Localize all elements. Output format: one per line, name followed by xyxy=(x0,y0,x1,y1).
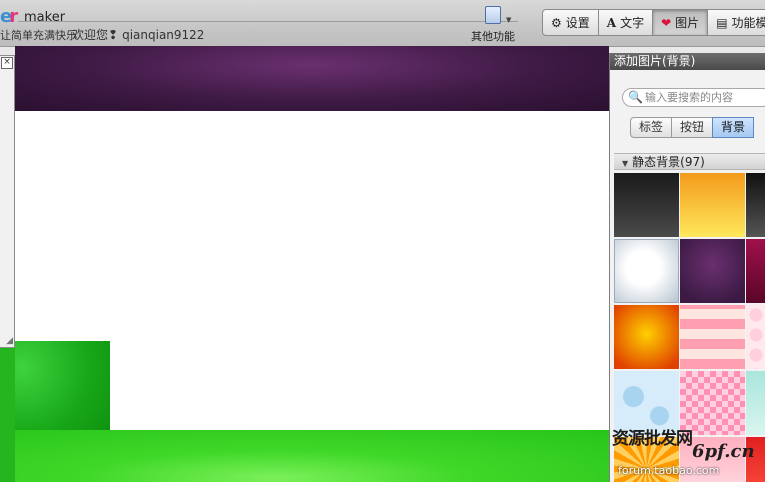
thumbnail-pink-pattern[interactable] xyxy=(680,437,745,482)
thumbnail-orange-sun[interactable] xyxy=(614,305,679,369)
thumbnail-pink-plaid[interactable] xyxy=(680,305,745,369)
add-image-panel: 添加图片(背景) 🔍 标签 按钮 背景 ▼静态背景(97) xyxy=(609,53,765,482)
thumbnail-blue-hearts[interactable] xyxy=(614,371,679,435)
search-icon[interactable]: 🔍 xyxy=(628,90,643,104)
thumbnail-dark-gradient[interactable] xyxy=(614,173,679,237)
thumbnail-red[interactable] xyxy=(746,437,765,482)
thumbnail-pink-checker[interactable] xyxy=(680,371,745,435)
thumbnail-dark-stripe[interactable] xyxy=(746,173,765,237)
section-title: 静态背景(97) xyxy=(632,155,705,169)
close-icon[interactable]: × xyxy=(1,57,13,69)
green-square-block[interactable] xyxy=(15,341,110,431)
module-icon: ▤ xyxy=(716,15,728,30)
gear-icon: ⚙ xyxy=(551,15,562,30)
thumbnail-orange-burst[interactable] xyxy=(614,437,679,482)
tab-image-label: 图片 xyxy=(675,16,700,30)
image-search-box[interactable]: 🔍 xyxy=(622,88,765,107)
logo-word: maker xyxy=(24,10,66,25)
category-switcher: 标签 按钮 背景 xyxy=(630,117,755,138)
purple-header-block[interactable] xyxy=(15,46,609,111)
thumbnail-pink-dots[interactable] xyxy=(746,305,765,369)
text-icon: A xyxy=(606,15,617,30)
panel-title: 添加图片(背景) xyxy=(610,53,765,70)
tab-modules-label: 功能模 xyxy=(731,16,765,30)
tab-modules[interactable]: ▤ 功能模 xyxy=(707,9,765,36)
tab-image[interactable]: ❤ 图片 xyxy=(652,9,709,36)
other-functions-label: 其他功能 xyxy=(471,30,515,43)
user-icon: ❢ xyxy=(108,28,119,42)
app-slogan: 让简单充满快乐 xyxy=(0,29,77,42)
other-functions-button[interactable]: ▼ 其他功能 xyxy=(468,6,518,43)
window-icon xyxy=(485,6,501,24)
tab-settings[interactable]: ⚙ 设置 xyxy=(542,9,599,36)
tab-settings-label: 设置 xyxy=(565,16,590,30)
resize-grip-icon[interactable]: ◢ xyxy=(6,336,13,346)
thumbnail-aqua-waves[interactable] xyxy=(746,371,765,435)
tab-text[interactable]: A 文字 xyxy=(597,9,654,36)
green-footer-block[interactable] xyxy=(15,430,609,482)
thumbnail-purple-glow[interactable] xyxy=(680,239,745,303)
header-divider xyxy=(18,21,518,22)
thumbnail-magenta[interactable] xyxy=(746,239,765,303)
thumbnail-orange-yellow[interactable] xyxy=(680,173,745,237)
top-toolbar: er maker 让简单充满快乐 欢迎您❢ qianqian9122 ▼ 其他功能… xyxy=(0,0,765,47)
search-input[interactable] xyxy=(645,90,765,105)
main-tabs: ⚙ 设置 A 文字 ❤ 图片 ▤ 功能模 xyxy=(542,9,765,36)
collapse-triangle-icon: ▼ xyxy=(622,159,629,168)
username[interactable]: qianqian9122 xyxy=(122,28,204,42)
canvas-edge xyxy=(0,340,15,482)
category-backgrounds[interactable]: 背景 xyxy=(712,117,755,138)
left-floating-panel: × ◢ xyxy=(0,55,15,348)
category-tags[interactable]: 标签 xyxy=(630,117,673,138)
welcome-text: 欢迎您 xyxy=(72,28,109,42)
welcome-message: 欢迎您❢ qianqian9122 xyxy=(72,26,204,43)
static-backgrounds-header[interactable]: ▼ 静态背景(97) xyxy=(614,153,765,170)
tab-text-label: 文字 xyxy=(620,16,645,30)
thumbnail-white-glow[interactable] xyxy=(614,239,679,303)
design-canvas[interactable] xyxy=(15,46,609,482)
chevron-down-icon: ▼ xyxy=(506,16,512,24)
heart-icon: ❤ xyxy=(661,15,672,30)
category-buttons[interactable]: 按钮 xyxy=(671,117,714,138)
